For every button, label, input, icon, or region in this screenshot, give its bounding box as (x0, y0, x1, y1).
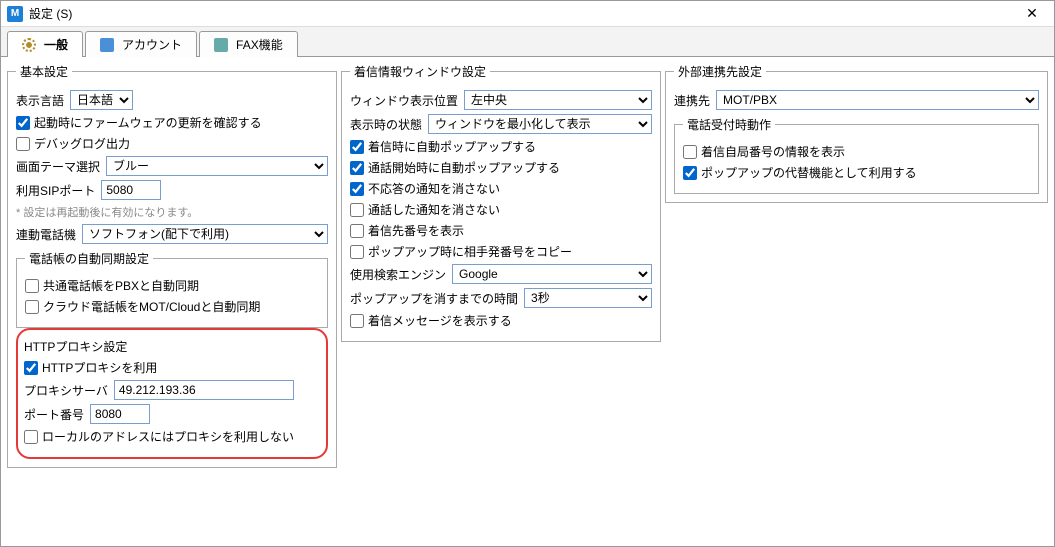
link-label: 連携先 (674, 92, 710, 109)
use-proxy-check[interactable] (24, 361, 38, 375)
user-icon (100, 38, 114, 52)
proxy-server-label: プロキシサーバ (24, 382, 108, 399)
show-selfnum-label: 着信自局番号の情報を表示 (701, 143, 845, 160)
proxy-nolocal-check[interactable] (24, 430, 38, 444)
recv-legend: 電話受付時動作 (683, 116, 775, 133)
popup-incoming-check[interactable] (350, 140, 364, 154)
external-settings: 外部連携先設定 連携先 MOT/PBX 電話受付時動作 着信自局番号の情報を表示… (665, 63, 1048, 203)
column-incoming: 着信情報ウィンドウ設定 ウィンドウ表示位置 左中央 表示時の状態 ウィンドウを最… (341, 63, 661, 540)
state-label: 表示時の状態 (350, 116, 422, 133)
debuglog-check-label: デバッグログ出力 (34, 135, 130, 152)
sync-cloud-check[interactable] (25, 300, 39, 314)
show-msg-check[interactable] (350, 314, 364, 328)
popup-incoming-label: 着信時に自動ポップアップする (368, 138, 536, 155)
tab-account-label: アカウント (122, 36, 182, 53)
tab-fax-label: FAX機能 (236, 36, 283, 53)
copy-caller-check[interactable] (350, 245, 364, 259)
copy-caller-label: ポップアップ時に相手発番号をコピー (368, 243, 572, 260)
proxy-port-label: ポート番号 (24, 406, 84, 423)
search-select[interactable]: Google (452, 264, 652, 284)
column-general: 基本設定 表示言語 日本語 起動時にファームウェアの更新を確認する デバッグログ… (7, 63, 337, 540)
close-button[interactable]: ✕ (1016, 5, 1048, 22)
window-title: 設定 (S) (29, 5, 1016, 22)
firmware-check-label: 起動時にファームウェアの更新を確認する (34, 114, 262, 131)
tab-general[interactable]: 一般 (7, 31, 83, 57)
proxy-legend: HTTPプロキシ設定 (24, 338, 127, 355)
theme-label: 画面テーマ選択 (16, 158, 100, 175)
tab-bar: 一般 アカウント FAX機能 (1, 27, 1054, 57)
incoming-legend: 着信情報ウィンドウ設定 (350, 63, 490, 80)
app-icon: M (7, 6, 23, 22)
proxy-port-input[interactable] (90, 404, 150, 424)
sipport-note: * 設定は再起動後に有効になります。 (16, 204, 328, 220)
phone-select[interactable]: ソフトフォン(配下で利用) (82, 224, 328, 244)
phone-label: 連動電話機 (16, 226, 76, 243)
sync-pbx-label: 共通電話帳をPBXと自動同期 (43, 277, 199, 294)
show-selfnum-check[interactable] (683, 145, 697, 159)
lang-label: 表示言語 (16, 92, 64, 109)
proxy-settings: HTTPプロキシ設定 HTTPプロキシを利用 プロキシサーバ ポート番号 (24, 338, 320, 449)
settings-window: M 設定 (S) ✕ 一般 アカウント FAX機能 基本設定 表示言語 日本語 (0, 0, 1055, 547)
show-priority-label: 着信先番号を表示 (368, 222, 464, 239)
fax-icon (214, 38, 228, 52)
show-priority-check[interactable] (350, 224, 364, 238)
tab-general-label: 一般 (44, 36, 68, 53)
column-external: 外部連携先設定 連携先 MOT/PBX 電話受付時動作 着信自局番号の情報を表示… (665, 63, 1048, 540)
popup-alt-label: ポップアップの代替機能として利用する (701, 164, 917, 181)
tab-account[interactable]: アカウント (85, 31, 197, 57)
recv-settings: 電話受付時動作 着信自局番号の情報を表示 ポップアップの代替機能として利用する (674, 116, 1039, 194)
gear-icon (22, 38, 36, 52)
use-proxy-label: HTTPプロキシを利用 (42, 359, 157, 376)
keep-missed-check[interactable] (350, 182, 364, 196)
lang-select[interactable]: 日本語 (70, 90, 133, 110)
sync-cloud-label: クラウド電話帳をMOT/Cloudと自動同期 (43, 298, 260, 315)
keep-missed-label: 不応答の通知を消さない (368, 180, 500, 197)
settings-body: 基本設定 表示言語 日本語 起動時にファームウェアの更新を確認する デバッグログ… (1, 57, 1054, 546)
dismiss-label: ポップアップを消すまでの時間 (350, 290, 518, 307)
external-legend: 外部連携先設定 (674, 63, 766, 80)
link-select[interactable]: MOT/PBX (716, 90, 1039, 110)
proxy-server-input[interactable] (114, 380, 294, 400)
firmware-check[interactable] (16, 116, 30, 130)
popup-callstart-check[interactable] (350, 161, 364, 175)
sync-pbx-check[interactable] (25, 279, 39, 293)
pos-select[interactable]: 左中央 (464, 90, 652, 110)
search-label: 使用検索エンジン (350, 266, 446, 283)
sipport-label: 利用SIPポート (16, 182, 95, 199)
sipport-input[interactable] (101, 180, 161, 200)
sync-legend: 電話帳の自動同期設定 (25, 250, 153, 267)
keep-called-check[interactable] (350, 203, 364, 217)
show-msg-label: 着信メッセージを表示する (368, 312, 512, 329)
state-select[interactable]: ウィンドウを最小化して表示 (428, 114, 652, 134)
popup-callstart-label: 通話開始時に自動ポップアップする (368, 159, 560, 176)
dismiss-select[interactable]: 3秒 (524, 288, 652, 308)
keep-called-label: 通話した通知を消さない (368, 201, 500, 218)
proxy-nolocal-label: ローカルのアドレスにはプロキシを利用しない (42, 428, 294, 445)
proxy-highlight: HTTPプロキシ設定 HTTPプロキシを利用 プロキシサーバ ポート番号 (16, 328, 328, 459)
basic-settings: 基本設定 表示言語 日本語 起動時にファームウェアの更新を確認する デバッグログ… (7, 63, 337, 468)
debuglog-check[interactable] (16, 137, 30, 151)
tab-fax[interactable]: FAX機能 (199, 31, 298, 57)
popup-alt-check[interactable] (683, 166, 697, 180)
basic-legend: 基本設定 (16, 63, 72, 80)
incoming-settings: 着信情報ウィンドウ設定 ウィンドウ表示位置 左中央 表示時の状態 ウィンドウを最… (341, 63, 661, 342)
title-bar: M 設定 (S) ✕ (1, 1, 1054, 27)
theme-select[interactable]: ブルー (106, 156, 328, 176)
sync-settings: 電話帳の自動同期設定 共通電話帳をPBXと自動同期 クラウド電話帳をMOT/Cl… (16, 250, 328, 328)
pos-label: ウィンドウ表示位置 (350, 92, 458, 109)
